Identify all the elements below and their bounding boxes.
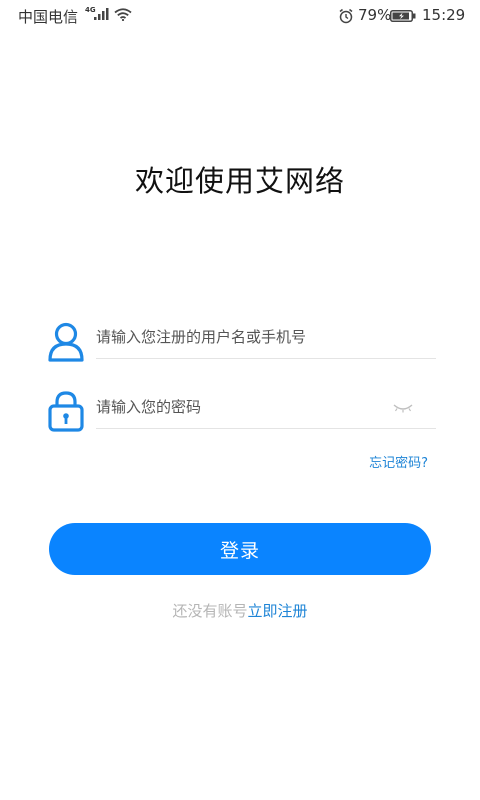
eye-closed-icon[interactable] xyxy=(392,402,414,414)
alarm-icon xyxy=(339,8,353,24)
battery-icon xyxy=(390,10,416,22)
password-input[interactable] xyxy=(96,386,436,428)
lock-icon xyxy=(48,391,84,432)
wifi-icon xyxy=(114,8,132,21)
username-row xyxy=(46,316,436,366)
register-line: 还没有账号立即注册 xyxy=(0,600,480,621)
username-input[interactable] xyxy=(96,316,436,358)
battery-percentage: 79% xyxy=(358,6,392,24)
user-icon xyxy=(48,322,84,362)
welcome-title: 欢迎使用艾网络 xyxy=(134,164,345,198)
password-underline xyxy=(96,428,436,429)
forgot-password-link[interactable]: 忘记密码? xyxy=(369,452,428,471)
signal-icon xyxy=(94,8,109,20)
status-bar: 中国电信 4G 79% 15:29 xyxy=(0,0,480,32)
username-underline xyxy=(96,358,436,359)
register-link[interactable]: 立即注册 xyxy=(248,602,308,620)
register-prompt: 还没有账号 xyxy=(172,602,248,620)
carrier-name: 中国电信 xyxy=(18,8,79,26)
password-row xyxy=(46,386,436,436)
login-button[interactable]: 登录 xyxy=(49,523,431,575)
clock: 15:29 xyxy=(422,6,466,24)
